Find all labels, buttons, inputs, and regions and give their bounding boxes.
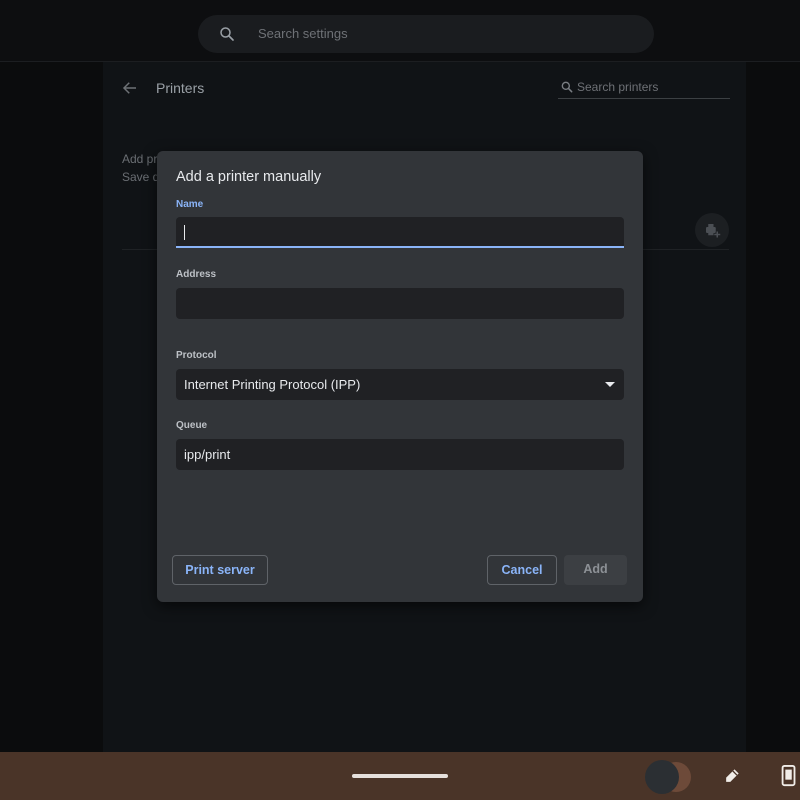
address-label: Address [176, 269, 217, 280]
avatar[interactable] [645, 760, 679, 794]
dialog-title: Add a printer manually [176, 169, 322, 185]
name-label: Name [176, 199, 204, 210]
top-bar: Search settings [0, 0, 800, 62]
add-button[interactable]: Add [564, 555, 627, 585]
shelf [0, 752, 800, 800]
stylus-pen-icon[interactable] [722, 766, 742, 786]
page-title: Printers [156, 80, 205, 96]
queue-value: ipp/print [184, 447, 231, 462]
protocol-value: Internet Printing Protocol (IPP) [184, 377, 361, 392]
add-printers-subtext: Save d [122, 170, 160, 184]
add-printers-description: Add printers Save d [122, 150, 162, 186]
search-icon [220, 27, 234, 41]
home-bar[interactable] [352, 774, 448, 778]
search-settings-box[interactable]: Search settings [198, 15, 654, 53]
cancel-button[interactable]: Cancel [487, 555, 557, 585]
dropdown-arrow-icon [605, 382, 615, 387]
add-printers-heading: Add printers [122, 152, 162, 166]
add-printer-dialog: Add a printer manually Name Address Prot… [157, 151, 643, 602]
queue-label: Queue [176, 420, 208, 431]
protocol-select[interactable]: Internet Printing Protocol (IPP) [176, 369, 624, 400]
address-input[interactable] [176, 288, 624, 319]
text-caret [184, 225, 185, 240]
search-printers-placeholder: Search printers [577, 80, 659, 94]
protocol-label: Protocol [176, 350, 217, 361]
arrow-back-icon[interactable] [121, 79, 139, 97]
add-printer-button[interactable] [695, 213, 729, 247]
print-server-button[interactable]: Print server [172, 555, 268, 585]
search-printers-input[interactable]: Search printers [558, 76, 730, 99]
queue-input[interactable]: ipp/print [176, 439, 624, 470]
search-settings-placeholder: Search settings [258, 26, 348, 41]
phone-hub-icon[interactable] [780, 765, 798, 787]
add-printer-icon [706, 224, 721, 238]
name-input[interactable] [176, 217, 624, 248]
search-icon [561, 81, 573, 93]
